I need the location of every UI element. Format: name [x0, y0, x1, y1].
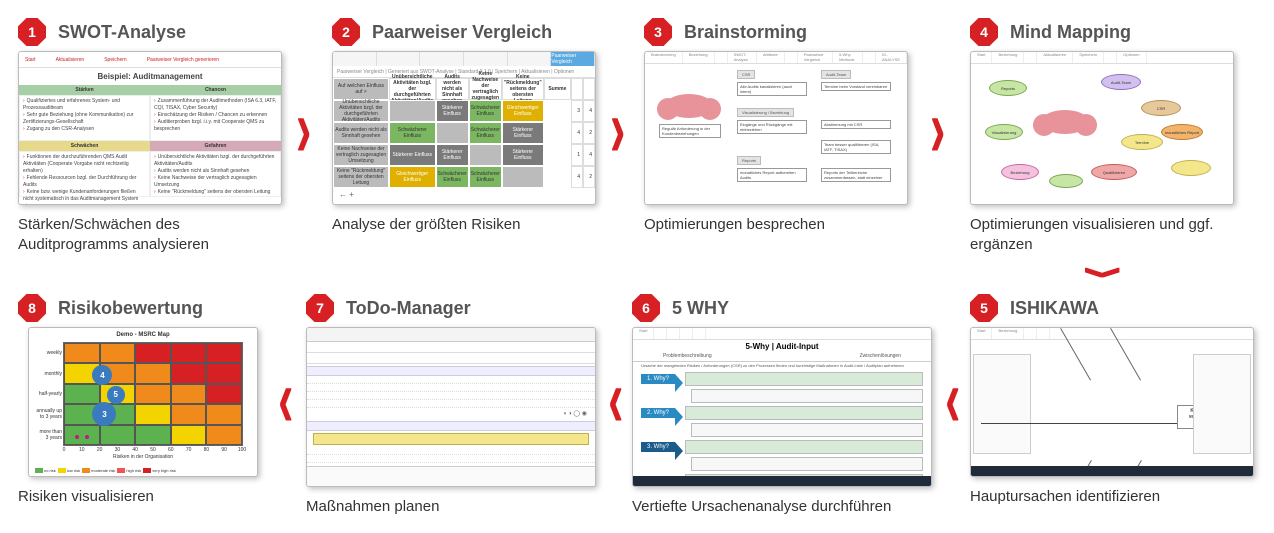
swot-head-gefahren: Gefahren: [150, 141, 281, 151]
step-title: ToDo-Manager: [346, 298, 600, 319]
step-3: 3 Brainstorming BrainstormingBeziehungSW…: [644, 18, 912, 235]
step-badge: 7: [306, 294, 334, 322]
step-7: 7 ToDo-Manager ◑ ◑ ◯ ◉ Maßnahmen planen: [306, 294, 600, 517]
step-badge: 4: [970, 18, 998, 46]
brainstorm-thumb: BrainstormingBeziehungSWOT-AnalyseAttrib…: [644, 51, 908, 205]
step-1: 1 SWOT-Analyse StartAktualisierenSpeiche…: [18, 18, 286, 254]
step-caption: Optimierungen visualisieren und ggf. erg…: [970, 215, 1238, 254]
step-caption: Optimierungen besprechen: [644, 215, 912, 235]
step-badge: 5: [970, 294, 998, 322]
step-title: Risikobewertung: [58, 298, 286, 319]
risk-bubble: 5: [107, 386, 125, 404]
paarweiser-thumb: Paarweiser Vergleich Paarweiser Vergleic…: [332, 51, 596, 205]
step-caption: Vertiefte Ursachenanalyse durchführen: [632, 497, 938, 517]
risk-legend: no risk low risk moderate risk high risk…: [35, 468, 251, 473]
step-8: 8 Risikobewertung Demo - MSRC Map 4 5 3 …: [18, 294, 286, 507]
risk-thumb: Demo - MSRC Map 4 5 3 weekly monthly hal…: [28, 327, 258, 477]
step-caption: Hauptursachen identifizieren: [970, 487, 1258, 507]
risk-chart-title: Demo - MSRC Map: [35, 332, 251, 338]
step-title: Brainstorming: [684, 22, 912, 43]
arrow-left-icon: ›: [608, 348, 623, 445]
step-title: 5 WHY: [672, 298, 938, 319]
cloud-icon: [665, 94, 713, 118]
step-caption: Risiken visualisieren: [18, 487, 286, 507]
5why-title: 5-Why | Audit-Input: [633, 340, 931, 353]
step-badge: 1: [18, 18, 46, 46]
arrow-right-icon: ›: [610, 78, 625, 175]
todo-thumb: ◑ ◑ ◯ ◉: [306, 327, 596, 487]
swot-thumb: StartAktualisierenSpeichernPaarweiser Ve…: [18, 51, 282, 205]
arrow-left-icon: ›: [945, 348, 960, 445]
mindmap-thumb: StartBeziehungAktualisierenSpeichernOpti…: [970, 51, 1234, 205]
step-2: 2 Paarweiser Vergleich Paarweiser Vergle…: [332, 18, 600, 235]
swot-toolbar: StartAktualisierenSpeichernPaarweiser Ve…: [19, 52, 281, 68]
step-caption: Stärken/Schwächen des Auditprogramms ana…: [18, 215, 286, 254]
arrow-right-icon: ›: [296, 78, 311, 175]
swot-head-chancen: Chancen: [150, 85, 281, 95]
step-caption: Analyse der größten Risiken: [332, 215, 600, 235]
5why-thumb: Start 5-Why | Audit-Input Problembeschre…: [632, 327, 932, 487]
step-badge: 6: [632, 294, 660, 322]
step-badge: 8: [18, 294, 46, 322]
step-badge: 3: [644, 18, 672, 46]
step-badge: 2: [332, 18, 360, 46]
step-title: Paarweiser Vergleich: [372, 22, 600, 43]
arrow-down-icon: ›: [1057, 266, 1156, 279]
step-caption: Maßnahmen planen: [306, 497, 600, 517]
step-5: 5 ISHIKAWA StartBeziehung Keine Nachweis…: [970, 294, 1258, 507]
swot-head-staerken: Stärken: [19, 85, 150, 95]
step-title: ISHIKAWA: [1010, 298, 1258, 319]
step-6: 6 5 WHY Start 5-Why | Audit-Input Proble…: [632, 294, 938, 517]
cloud-icon: [1041, 110, 1089, 134]
arrow-right-icon: ›: [930, 78, 945, 175]
step-4: 4 Mind Mapping StartBeziehungAktualisier…: [970, 18, 1238, 254]
risk-heatmap: 4 5 3 weekly monthly half-yearly annuall…: [63, 342, 243, 446]
swot-head-schwaechen: Schwächen: [19, 141, 150, 151]
swot-title: Beispiel: Auditmanagement: [19, 68, 281, 85]
step-title: SWOT-Analyse: [58, 22, 286, 43]
ishikawa-thumb: StartBeziehung Keine Nachweise der vertr…: [970, 327, 1254, 477]
step-title: Mind Mapping: [1010, 22, 1238, 43]
